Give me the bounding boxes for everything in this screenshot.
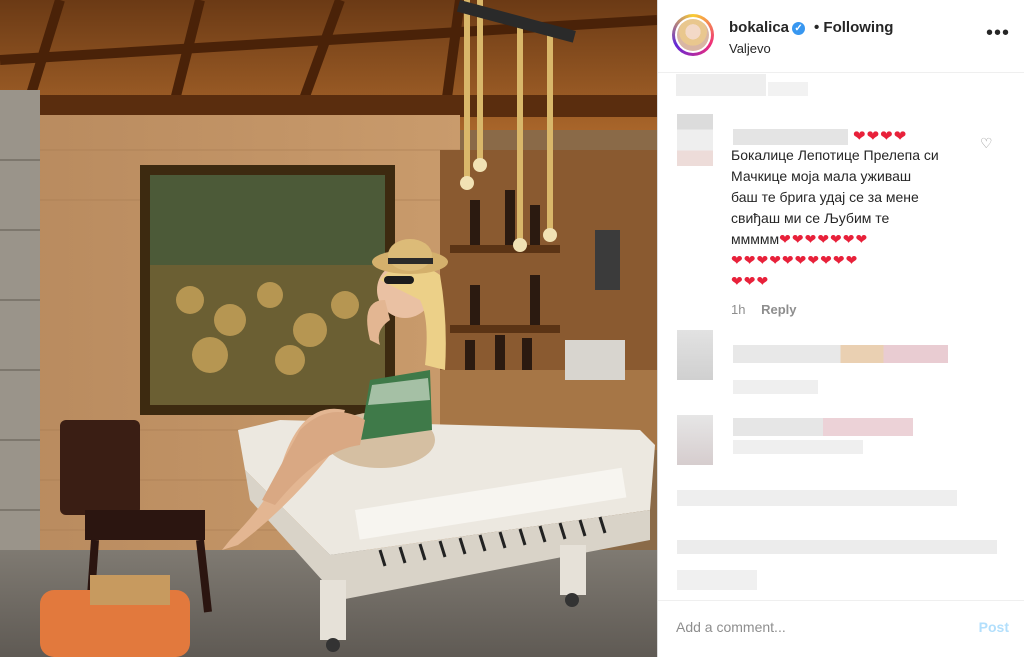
comment-hearts: ❤❤❤❤❤❤❤: [779, 231, 869, 247]
comment-hearts: ❤❤❤: [731, 273, 770, 289]
blurred-comment: [677, 490, 957, 506]
blurred-comment: [733, 380, 818, 394]
comment-hearts: ❤❤❤❤❤❤❤❤❤❤: [731, 252, 859, 268]
comment-prefix: ммммм: [731, 231, 780, 247]
blurred-comment: [677, 570, 757, 590]
blurred-comment: [733, 440, 863, 454]
add-comment-input[interactable]: Add a comment...: [676, 619, 786, 635]
comment-line: ммммм❤❤❤❤❤❤❤: [731, 229, 991, 250]
commenter-avatar-blurred[interactable]: [677, 114, 713, 166]
comment-meta: 1h Reply: [731, 302, 797, 317]
blurred-comment: [677, 415, 713, 465]
comment-line: свиђаш ми се Љубим те: [731, 210, 890, 226]
blurred-comment: [677, 330, 713, 380]
comment-hearts: ❤❤❤❤: [853, 128, 908, 145]
comment-text: Бокалице Лепотице Прелепа си Мачкице мој…: [731, 145, 991, 292]
post-image: [0, 0, 657, 657]
comment-time[interactable]: 1h: [731, 302, 745, 317]
user-avatar[interactable]: [672, 14, 714, 56]
comment-line: Бокалице Лепотице Прелепа си: [731, 147, 939, 163]
following-status[interactable]: • Following: [814, 19, 893, 36]
blurred-comment: [677, 540, 997, 554]
post-header: bokalica ✓ • Following Valjevo •••: [658, 0, 1024, 73]
commenter-name-blurred[interactable]: [733, 129, 848, 145]
post-sidebar: bokalica ✓ • Following Valjevo ••• ❤❤❤❤ ♡…: [657, 0, 1024, 657]
username-link[interactable]: bokalica ✓: [729, 19, 806, 36]
blurred-comment: [676, 74, 766, 96]
post-button[interactable]: Post: [979, 619, 1009, 635]
verified-badge-icon: ✓: [792, 22, 806, 35]
blurred-comment: [733, 418, 913, 436]
username[interactable]: bokalica: [729, 19, 789, 36]
reply-button[interactable]: Reply: [761, 302, 796, 317]
comment-line: баш те брига удај се за мене: [731, 189, 919, 205]
location-link[interactable]: Valjevo: [729, 41, 771, 56]
blurred-comment: [768, 82, 808, 96]
comment-composer: Add a comment... Post: [658, 600, 1024, 657]
comment-line: Мачкице моја мала уживаш: [731, 168, 912, 184]
post-photo[interactable]: [0, 0, 657, 657]
blurred-comment: [733, 345, 948, 363]
more-options-icon[interactable]: •••: [986, 22, 1010, 45]
